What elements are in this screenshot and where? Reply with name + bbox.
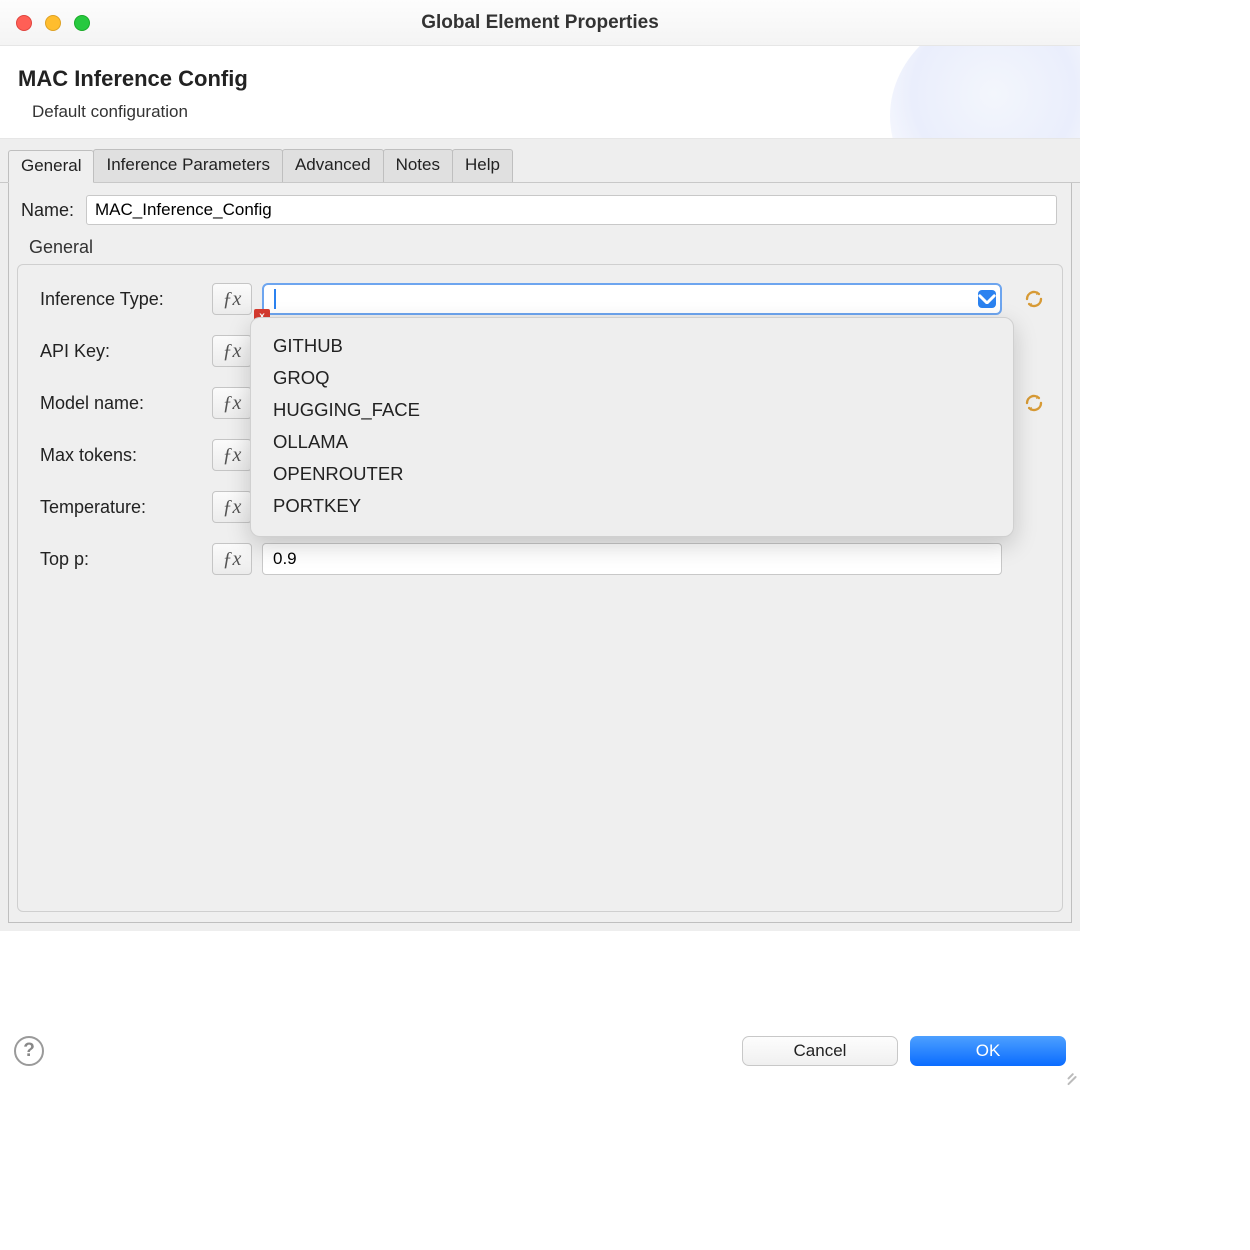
dropdown-item-hugging-face[interactable]: HUGGING_FACE <box>269 394 995 426</box>
general-group-panel: Inference Type: ƒx x GITHUB GROQ HUGGING… <box>17 264 1063 912</box>
fx-button-inference-type[interactable]: ƒx <box>212 283 252 315</box>
chevron-down-icon[interactable] <box>978 290 996 308</box>
fx-button-top-p[interactable]: ƒx <box>212 543 252 575</box>
tab-advanced[interactable]: Advanced <box>282 149 384 182</box>
name-input[interactable] <box>86 195 1057 225</box>
tab-strip: General Inference Parameters Advanced No… <box>0 139 1080 183</box>
inference-type-dropdown: GITHUB GROQ HUGGING_FACE OLLAMA OPENROUT… <box>250 317 1014 537</box>
ok-button[interactable]: OK <box>910 1036 1066 1066</box>
bottom-bar: ? Cancel OK <box>0 1022 1080 1080</box>
help-button[interactable]: ? <box>14 1036 44 1066</box>
inference-type-combobox[interactable]: x <box>262 283 1002 315</box>
fx-button-model-name[interactable]: ƒx <box>212 387 252 419</box>
text-cursor <box>274 289 276 309</box>
config-title: MAC Inference Config <box>18 66 1062 92</box>
dropdown-item-openrouter[interactable]: OPENROUTER <box>269 458 995 490</box>
dropdown-item-github[interactable]: GITHUB <box>269 330 995 362</box>
group-label: General <box>17 235 1063 264</box>
tab-inference-parameters[interactable]: Inference Parameters <box>93 149 282 182</box>
resize-handle[interactable] <box>1063 1063 1077 1077</box>
config-subtitle: Default configuration <box>18 102 1062 122</box>
fx-button-max-tokens[interactable]: ƒx <box>212 439 252 471</box>
name-label: Name: <box>21 200 74 221</box>
fx-button-api-key[interactable]: ƒx <box>212 335 252 367</box>
tab-help[interactable]: Help <box>452 149 513 182</box>
title-bar: Global Element Properties <box>0 0 1080 46</box>
inference-type-label: Inference Type: <box>40 289 202 310</box>
window-title: Global Element Properties <box>0 12 1080 34</box>
refresh-icon-model-name[interactable] <box>1020 389 1048 417</box>
cancel-button[interactable]: Cancel <box>742 1036 898 1066</box>
api-key-label: API Key: <box>40 341 202 362</box>
tab-general[interactable]: General <box>8 150 94 183</box>
tab-notes[interactable]: Notes <box>383 149 453 182</box>
dropdown-item-portkey[interactable]: PORTKEY <box>269 490 995 522</box>
header: MAC Inference Config Default configurati… <box>0 46 1080 139</box>
tab-panel-general: Name: General Inference Type: ƒx x <box>8 183 1072 923</box>
max-tokens-label: Max tokens: <box>40 445 202 466</box>
refresh-icon[interactable] <box>1020 285 1048 313</box>
dropdown-item-ollama[interactable]: OLLAMA <box>269 426 995 458</box>
top-p-input[interactable] <box>262 543 1002 575</box>
top-p-label: Top p: <box>40 549 202 570</box>
fx-button-temperature[interactable]: ƒx <box>212 491 252 523</box>
model-name-label: Model name: <box>40 393 202 414</box>
dropdown-item-groq[interactable]: GROQ <box>269 362 995 394</box>
temperature-label: Temperature: <box>40 497 202 518</box>
